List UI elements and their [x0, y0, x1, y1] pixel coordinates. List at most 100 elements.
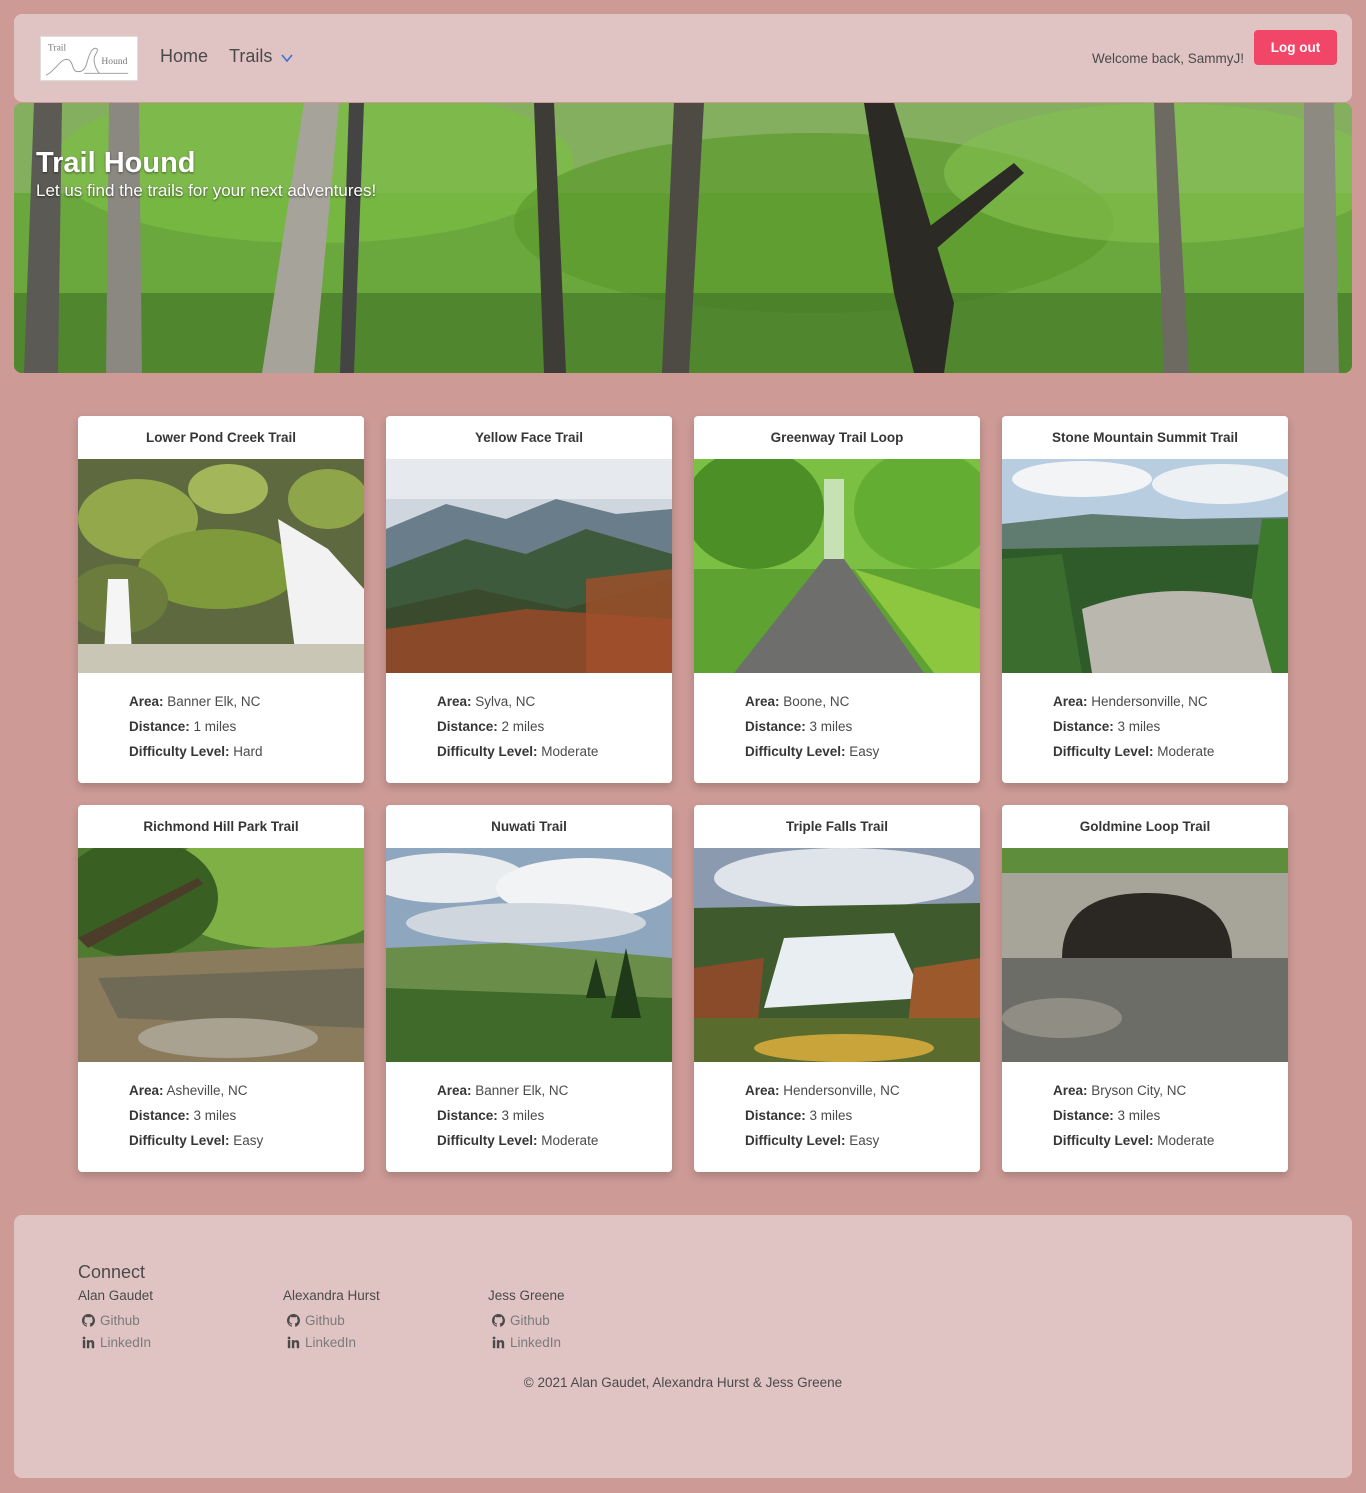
linkedin-icon	[82, 1336, 95, 1348]
team-member: Alexandra Hurst Github LinkedIn	[283, 1288, 380, 1353]
member-name: Alan Gaudet	[78, 1288, 154, 1303]
difficulty-label: Difficulty Level:	[745, 1133, 846, 1148]
trail-card-details: Area: Hendersonville, NC Distance: 3 mil…	[1002, 673, 1288, 768]
area-label: Area:	[129, 1083, 164, 1098]
trail-card-details: Area: Banner Elk, NC Distance: 1 miles D…	[78, 673, 364, 768]
linkedin-link[interactable]: LinkedIn	[283, 1331, 380, 1353]
area-label: Area:	[1053, 694, 1088, 709]
trail-card-title: Richmond Hill Park Trail	[143, 819, 299, 834]
trail-difficulty: Difficulty Level: Moderate	[1053, 1132, 1288, 1157]
github-link[interactable]: Github	[78, 1309, 153, 1331]
difficulty-value: Moderate	[1157, 744, 1215, 759]
trail-difficulty: Difficulty Level: Hard	[129, 743, 364, 768]
distance-value: 3 miles	[501, 1108, 545, 1123]
trail-card-details: Area: Bryson City, NC Distance: 3 miles …	[1002, 1062, 1288, 1157]
trail-hound-logo[interactable]: Trail Hound	[40, 36, 138, 81]
trail-photo-creek	[78, 848, 364, 1062]
difficulty-value: Easy	[849, 1133, 880, 1148]
nav-trails-dropdown[interactable]: Trails	[229, 46, 294, 67]
area-value: Bryson City, NC	[1091, 1083, 1187, 1098]
nav-trails-label: Trails	[229, 46, 273, 66]
logout-button[interactable]: Log out	[1254, 30, 1337, 65]
trail-difficulty: Difficulty Level: Easy	[129, 1132, 364, 1157]
trail-card[interactable]: Goldmine Loop Trail Area: Bryson City, N…	[1002, 805, 1288, 1172]
connect-heading: Connect	[78, 1262, 146, 1282]
difficulty-value: Moderate	[1157, 1133, 1215, 1148]
trail-card[interactable]: Yellow Face Trail Area: Sylva, NC Distan…	[386, 416, 672, 783]
chevron-down-icon	[281, 53, 293, 62]
linkedin-link-label: LinkedIn	[305, 1334, 357, 1350]
trail-difficulty: Difficulty Level: Easy	[745, 1132, 980, 1157]
trail-area: Area: Sylva, NC	[437, 693, 672, 718]
linkedin-link[interactable]: LinkedIn	[78, 1331, 153, 1353]
difficulty-label: Difficulty Level:	[437, 744, 538, 759]
trail-card-details: Area: Asheville, NC Distance: 3 miles Di…	[78, 1062, 364, 1157]
trail-card-details: Area: Sylva, NC Distance: 2 miles Diffic…	[386, 673, 672, 768]
trail-photo-cloudy-ridge	[386, 848, 672, 1062]
trail-card[interactable]: Stone Mountain Summit Trail Area: Hender…	[1002, 416, 1288, 783]
github-icon	[287, 1313, 300, 1327]
distance-label: Distance:	[1053, 1108, 1114, 1123]
area-value: Banner Elk, NC	[167, 694, 261, 709]
trail-area: Area: Banner Elk, NC	[437, 1082, 672, 1107]
trail-distance: Distance: 3 miles	[129, 1107, 364, 1132]
area-label: Area:	[745, 1083, 780, 1098]
trail-card-details: Area: Hendersonville, NC Distance: 3 mil…	[694, 1062, 980, 1157]
github-icon	[492, 1313, 505, 1327]
difficulty-value: Moderate	[541, 744, 599, 759]
trail-card-title: Goldmine Loop Trail	[1079, 819, 1211, 834]
distance-value: 1 miles	[193, 719, 237, 734]
distance-label: Distance:	[129, 1108, 190, 1123]
trail-photo-paved-path	[694, 459, 980, 673]
trail-photo-mountain-vista	[386, 459, 672, 673]
logo-text-trail: Trail	[48, 42, 67, 53]
trail-distance: Distance: 3 miles	[437, 1107, 672, 1132]
logo-text-hound: Hound	[101, 56, 127, 67]
hero-subtitle: Let us find the trails for your next adv…	[36, 181, 377, 200]
github-link[interactable]: Github	[283, 1309, 380, 1331]
trail-distance: Distance: 3 miles	[745, 1107, 980, 1132]
trail-card[interactable]: Richmond Hill Park Trail Area: Asheville…	[78, 805, 364, 1172]
trail-card-details: Area: Boone, NC Distance: 3 miles Diffic…	[694, 673, 980, 768]
difficulty-label: Difficulty Level:	[745, 744, 846, 759]
github-link[interactable]: Github	[488, 1309, 565, 1331]
area-value: Boone, NC	[783, 694, 850, 709]
copyright: © 2021 Alan Gaudet, Alexandra Hurst & Je…	[523, 1375, 843, 1390]
trail-card-title: Greenway Trail Loop	[770, 430, 904, 445]
difficulty-label: Difficulty Level:	[129, 1133, 230, 1148]
linkedin-link-label: LinkedIn	[100, 1334, 152, 1350]
nav-home-link[interactable]: Home	[160, 46, 208, 67]
trail-photo-summit-rock	[1002, 459, 1288, 673]
difficulty-value: Easy	[849, 744, 880, 759]
trail-area: Area: Banner Elk, NC	[129, 693, 364, 718]
trail-photo-falls	[694, 848, 980, 1062]
linkedin-icon	[492, 1336, 505, 1348]
trail-card[interactable]: Nuwati Trail Area: Banner Elk, NC Distan…	[386, 805, 672, 1172]
difficulty-label: Difficulty Level:	[1053, 1133, 1154, 1148]
trail-card-details: Area: Banner Elk, NC Distance: 3 miles D…	[386, 1062, 672, 1157]
trail-card[interactable]: Greenway Trail Loop Area: Boone, NC Dist…	[694, 416, 980, 783]
trail-difficulty: Difficulty Level: Easy	[745, 743, 980, 768]
trail-card-title: Triple Falls Trail	[785, 819, 889, 834]
area-value: Hendersonville, NC	[783, 1083, 900, 1098]
trail-difficulty: Difficulty Level: Moderate	[437, 743, 672, 768]
distance-label: Distance:	[1053, 719, 1114, 734]
distance-label: Distance:	[437, 1108, 498, 1123]
hero-title: Trail Hound	[36, 147, 196, 179]
trail-distance: Distance: 3 miles	[745, 718, 980, 743]
area-label: Area:	[745, 694, 780, 709]
trail-card[interactable]: Lower Pond Creek Trail Area: Banner Elk,…	[78, 416, 364, 783]
navbar: Trail Hound Home Trails Welcome back, Sa…	[14, 14, 1352, 102]
distance-value: 3 miles	[193, 1108, 237, 1123]
trail-card[interactable]: Triple Falls Trail Area: Hendersonville,…	[694, 805, 980, 1172]
linkedin-link-label: LinkedIn	[510, 1334, 562, 1350]
github-icon	[82, 1313, 95, 1327]
distance-value: 3 miles	[809, 719, 853, 734]
trail-difficulty: Difficulty Level: Moderate	[437, 1132, 672, 1157]
team-member: Alan Gaudet Github LinkedIn	[78, 1288, 153, 1353]
area-label: Area:	[129, 694, 164, 709]
distance-value: 2 miles	[501, 719, 545, 734]
trail-card-title: Stone Mountain Summit Trail	[1051, 430, 1238, 445]
linkedin-link[interactable]: LinkedIn	[488, 1331, 565, 1353]
distance-value: 3 miles	[1117, 1108, 1161, 1123]
